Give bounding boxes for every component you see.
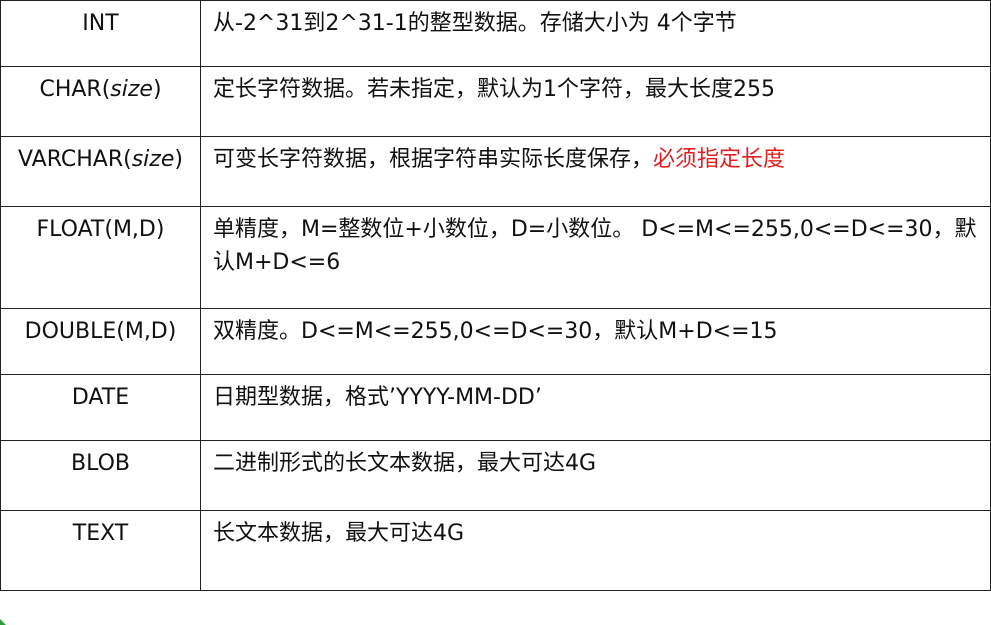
- description-text: 从-2^31到2^31-1的整型数据。存储大小为 4个字节: [213, 11, 737, 36]
- type-name: DATE: [71, 385, 130, 410]
- table-row: VARCHAR(size) 可变长字符数据，根据字符串实际长度保存，必须指定长度: [0, 136, 991, 207]
- description-text: 定长字符数据。若未指定，默认为1个字符，最大长度255: [213, 77, 775, 102]
- type-suffix: ): [174, 147, 183, 172]
- type-param: size: [131, 147, 175, 172]
- description-text: 可变长字符数据，根据字符串实际长度保存，: [213, 147, 654, 172]
- description-cell: 定长字符数据。若未指定，默认为1个字符，最大长度255: [200, 66, 991, 137]
- type-name: BLOB: [71, 451, 130, 476]
- table-row: BLOB 二进制形式的长文本数据，最大可达4G: [0, 440, 991, 511]
- corner-marker-icon: [0, 619, 6, 625]
- type-param: size: [110, 77, 153, 102]
- type-cell: CHAR(size): [0, 66, 201, 137]
- type-name: FLOAT(M,D): [36, 217, 165, 242]
- type-cell: INT: [0, 0, 201, 67]
- type-cell: BLOB: [0, 440, 201, 511]
- type-name: INT: [82, 11, 119, 36]
- description-text: 二进制形式的长文本数据，最大可达4G: [213, 451, 597, 476]
- type-suffix: ): [152, 77, 162, 102]
- type-cell: FLOAT(M,D): [0, 206, 201, 309]
- description-text: 长文本数据，最大可达4G: [213, 521, 465, 546]
- type-cell: TEXT: [0, 510, 201, 591]
- description-text: 日期型数据，格式’YYYY-MM-DD’: [213, 385, 542, 410]
- datatype-table: INT 从-2^31到2^31-1的整型数据。存储大小为 4个字节 CHAR(s…: [0, 0, 991, 591]
- description-text: 单精度，M=整数位+小数位，D=小数位。 D<=M<=255,0<=D<=30，…: [213, 217, 977, 275]
- type-name: DOUBLE(M,D): [24, 319, 177, 344]
- description-text: 双精度。D<=M<=255,0<=D<=30，默认M+D<=15: [213, 319, 778, 344]
- description-cell: 长文本数据，最大可达4G: [200, 510, 991, 591]
- description-cell: 可变长字符数据，根据字符串实际长度保存，必须指定长度: [200, 136, 991, 207]
- description-cell: 从-2^31到2^31-1的整型数据。存储大小为 4个字节: [200, 0, 991, 67]
- type-cell: DATE: [0, 374, 201, 441]
- description-highlight: 必须指定长度: [653, 147, 786, 172]
- table-row: DATE 日期型数据，格式’YYYY-MM-DD’: [0, 374, 991, 441]
- table-row: TEXT 长文本数据，最大可达4G: [0, 510, 991, 591]
- table-row: CHAR(size) 定长字符数据。若未指定，默认为1个字符，最大长度255: [0, 66, 991, 137]
- description-cell: 单精度，M=整数位+小数位，D=小数位。 D<=M<=255,0<=D<=30，…: [200, 206, 991, 309]
- type-name: TEXT: [72, 521, 129, 546]
- table-row: DOUBLE(M,D) 双精度。D<=M<=255,0<=D<=30，默认M+D…: [0, 308, 991, 375]
- type-name: CHAR(: [39, 77, 111, 102]
- description-cell: 日期型数据，格式’YYYY-MM-DD’: [200, 374, 991, 441]
- type-cell: DOUBLE(M,D): [0, 308, 201, 375]
- type-name: VARCHAR(: [18, 147, 132, 172]
- table-row: FLOAT(M,D) 单精度，M=整数位+小数位，D=小数位。 D<=M<=25…: [0, 206, 991, 309]
- type-cell: VARCHAR(size): [0, 136, 201, 207]
- table-row: INT 从-2^31到2^31-1的整型数据。存储大小为 4个字节: [0, 0, 991, 67]
- description-cell: 二进制形式的长文本数据，最大可达4G: [200, 440, 991, 511]
- description-cell: 双精度。D<=M<=255,0<=D<=30，默认M+D<=15: [200, 308, 991, 375]
